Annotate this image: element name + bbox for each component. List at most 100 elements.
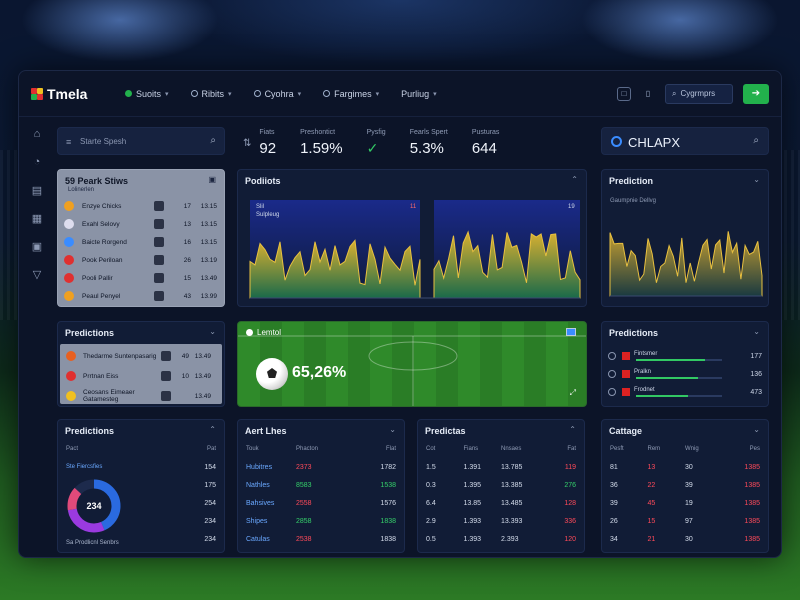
document-icon[interactable]: ▤ (30, 183, 44, 197)
leaderboard-row[interactable]: Pook Periloan 26 13.19 (64, 252, 218, 268)
grid-icon[interactable]: ▣ (30, 239, 44, 253)
chevron-up-icon[interactable]: ⌃ (209, 425, 216, 434)
table-cell: 1385 (744, 535, 760, 543)
table-cell: 254 (204, 499, 216, 507)
table-row[interactable]: 1.5 1.391 13.785 119 (426, 460, 576, 474)
nav-item-3[interactable]: Fargimes ▾ (321, 85, 381, 103)
table-row[interactable]: Bahsives 2558 1576 (246, 496, 396, 510)
progress-fill (636, 395, 688, 397)
chevron-down-icon: ▾ (228, 90, 232, 98)
progress-bar (636, 395, 722, 397)
nav-item-2[interactable]: Cyohra ▾ (252, 85, 304, 103)
table-row[interactable]: 2.9 1.393 13.393 336 (426, 514, 576, 528)
prediction-row[interactable]: Prrtnan Eiss 10 13.49 (66, 368, 216, 384)
table-row[interactable]: 81 13 30 1385 (610, 460, 760, 474)
table-row[interactable]: Nathles 8583 1538 (246, 478, 396, 492)
stat-fiats: Fiats 92 (259, 129, 276, 157)
table-row[interactable]: 26 15 97 1385 (610, 514, 760, 528)
table-row[interactable]: 36 22 39 1385 (610, 478, 760, 492)
table-cell: 1838 (380, 535, 396, 543)
app-title: Tmela (47, 85, 88, 102)
chevron-down-icon[interactable]: ⌄ (753, 327, 760, 336)
chevron-down-icon[interactable]: ⌄ (753, 175, 760, 184)
prediction-row[interactable]: Thedarme Suntenpasarig 49 13.49 (66, 348, 216, 364)
chevron-down-icon: ▾ (433, 90, 437, 98)
stat-value: 5.3% (409, 140, 444, 157)
notification-icon[interactable]: □ (617, 86, 631, 101)
prediction-bar-row[interactable]: Pralkn 136 (608, 366, 762, 382)
chevron-down-icon[interactable]: ⌄ (209, 327, 216, 336)
stat-label: Fearls Spert (409, 129, 448, 136)
table-row[interactable]: 34 21 30 1385 (610, 532, 760, 546)
prediction-row[interactable]: Ceosans Eimeaer Gatamesteg 13.49 (66, 388, 216, 404)
progress-bar (636, 359, 722, 361)
bar-value: 136 (750, 370, 762, 378)
prediction-bar-row[interactable]: Frodnet 473 (608, 384, 762, 400)
table-row[interactable]: 154 (66, 460, 216, 474)
clock-icon (608, 352, 616, 360)
table-row[interactable]: Shipes 2858 1838 (246, 514, 396, 528)
table-row[interactable]: Catulas 2538 1838 (246, 532, 396, 546)
calendar-icon[interactable]: ▯ (641, 87, 655, 101)
search-icon[interactable]: ⌕ (753, 135, 759, 146)
team-stat: 13 (183, 220, 191, 228)
brand-search[interactable]: CHLAPX ⌕ (601, 127, 769, 155)
calendar-icon[interactable]: ▦ (30, 211, 44, 225)
dashboard-window: Tmela Suoits ▾ Ribits ▾ Cyohra ▾ Fargimes ▾ … (18, 70, 782, 558)
nav-label: Cyohra (264, 88, 294, 99)
nav-item-1[interactable]: Ribits ▾ (189, 85, 234, 103)
table-row[interactable]: 0.5 1.393 2.393 120 (426, 532, 576, 546)
leaderboard-row[interactable]: Pooli Pallir 15 13.49 (64, 270, 218, 286)
table-cell: Shipes (246, 517, 268, 525)
top-bar: Tmela Suoits ▾ Ribits ▾ Cyohra ▾ Fargimes ▾ … (19, 71, 781, 117)
prediction-odds: 13.49 (194, 372, 211, 380)
clock-icon[interactable]: ◔ (30, 155, 44, 169)
panel-title: 59 Peark Stiws (65, 176, 129, 186)
sort-icon: ⇅ (243, 137, 252, 149)
table-row[interactable]: 0.3 1.395 13.385 276 (426, 478, 576, 492)
table-row[interactable]: Hubitres 2373 1782 (246, 460, 396, 474)
home-icon[interactable]: ⌂ (30, 127, 44, 141)
nav-item-0[interactable]: Suoits ▾ (123, 85, 171, 103)
globe-icon (323, 90, 331, 97)
chevron-up-icon[interactable]: ⌃ (571, 175, 578, 184)
column-header: Cot (426, 446, 436, 452)
nav-item-4[interactable]: Purliug ▾ (399, 85, 439, 103)
table-cell: 2.9 (426, 517, 436, 525)
leaderboard-row[interactable]: Enzye Chicks 17 13.15 (64, 198, 218, 214)
table-cell: 34 (610, 535, 618, 543)
chevron-down-icon[interactable]: ⌄ (753, 425, 760, 434)
stat-value: 644 (471, 140, 497, 157)
team-crest-icon (64, 219, 74, 229)
progress-fill (636, 359, 705, 361)
table-cell: 2558 (296, 499, 312, 507)
table-cell: 1.391 (463, 463, 482, 471)
chevron-icon[interactable]: ▽ (30, 267, 44, 281)
prediction-bar-row[interactable]: Fintsmer 177 (608, 348, 762, 364)
table-cell: 175 (204, 481, 216, 489)
chevron-down-icon[interactable]: ⌄ (389, 425, 396, 434)
status-dot-icon (125, 90, 132, 97)
top-actions: □ ▯ ⌕ Cygrmprs ➔ (617, 83, 769, 104)
table-row[interactable]: 39 45 19 1385 (610, 496, 760, 510)
search-field[interactable]: ≡ Starte Spesh ⌕ (57, 127, 225, 155)
avatar (154, 237, 164, 247)
table-header: Cot Fians Nnsaes Fat (426, 446, 576, 452)
go-button[interactable]: ➔ (743, 83, 769, 104)
leaderboard-row[interactable]: Exahl Selovy 13 13.15 (64, 216, 218, 232)
app-logo[interactable]: Tmela (31, 86, 123, 102)
table-cell: 2373 (296, 463, 312, 471)
table-row[interactable]: 6.4 13.85 13.485 128 (426, 496, 576, 510)
expand-icon[interactable]: ⤢ (570, 388, 576, 398)
chevron-up-icon[interactable]: ⌃ (569, 425, 576, 434)
chevron-down-icon: ▾ (165, 90, 169, 98)
leaderboard-row[interactable]: Baicte Rorgend 16 13.15 (64, 234, 218, 250)
column-header: Touk (246, 446, 259, 452)
top-search-input[interactable]: ⌕ Cygrmprs (665, 83, 733, 104)
table-cell: 19 (685, 499, 693, 507)
search-icon[interactable]: ⌕ (210, 135, 216, 146)
table-cell: 13.393 (501, 517, 523, 525)
leaderboard-row[interactable]: Peaul Penyel 43 13.99 (64, 288, 218, 304)
menu-icon[interactable]: ▣ (208, 175, 216, 184)
table-cell: 81 (610, 463, 618, 471)
